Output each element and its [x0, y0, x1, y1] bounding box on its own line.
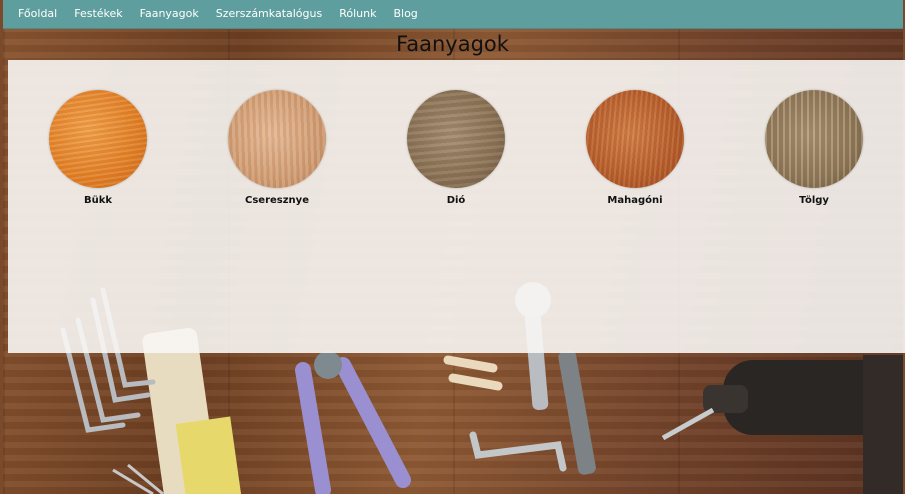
nav-link-szerszamkatalogus[interactable]: Szerszámkatalógus: [216, 5, 322, 23]
walnut-wood-texture-icon[interactable]: [407, 90, 505, 188]
wood-item-bukk[interactable]: Bükk: [43, 90, 153, 206]
wood-list: Bükk Cseresznye Dió Mahagóni Tölgy: [8, 90, 905, 210]
nav-link-fooldal[interactable]: Főoldal: [18, 5, 57, 23]
wood-gallery-panel: Bükk Cseresznye Dió Mahagóni Tölgy: [8, 60, 905, 353]
top-nav-bar: Főoldal Festékek Faanyagok Szerszámkatal…: [3, 0, 903, 29]
wood-label: Cseresznye: [245, 195, 309, 206]
wood-item-mahagoni[interactable]: Mahagóni: [580, 90, 690, 206]
wood-item-cseresznye[interactable]: Cseresznye: [222, 90, 332, 206]
oak-wood-texture-icon[interactable]: [765, 90, 863, 188]
wood-label: Dió: [446, 195, 466, 206]
nav-link-rolunk[interactable]: Rólunk: [339, 5, 376, 23]
cherry-wood-texture-icon[interactable]: [228, 90, 326, 188]
beech-wood-texture-icon[interactable]: [49, 90, 147, 188]
wood-item-dio[interactable]: Dió: [401, 90, 511, 206]
nav-link-festekek[interactable]: Festékek: [74, 5, 122, 23]
wood-item-tolgy[interactable]: Tölgy: [759, 90, 869, 206]
nav-link-blog[interactable]: Blog: [393, 5, 417, 23]
wood-label: Tölgy: [799, 195, 829, 206]
wood-label: Mahagóni: [607, 195, 663, 206]
mahogany-wood-texture-icon[interactable]: [586, 90, 684, 188]
nav-link-faanyagok[interactable]: Faanyagok: [140, 5, 199, 23]
wood-label: Bükk: [83, 195, 113, 206]
page-title: Faanyagok: [396, 32, 509, 56]
